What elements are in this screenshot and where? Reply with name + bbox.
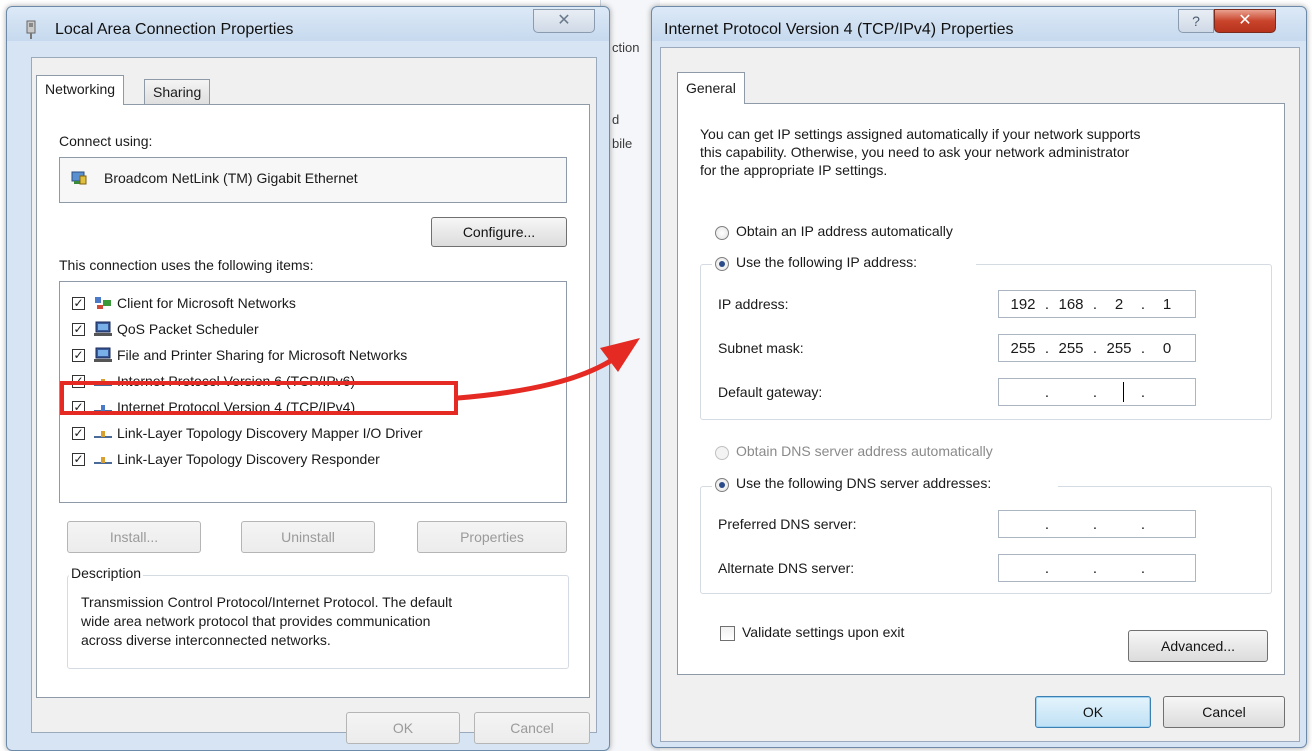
annotation-arrow (455, 338, 640, 401)
tab-general[interactable]: General (677, 72, 745, 104)
annotation-arrow-head (600, 338, 640, 372)
tab-networking[interactable]: Networking (36, 75, 125, 105)
annotation-arrow-line (455, 357, 615, 401)
